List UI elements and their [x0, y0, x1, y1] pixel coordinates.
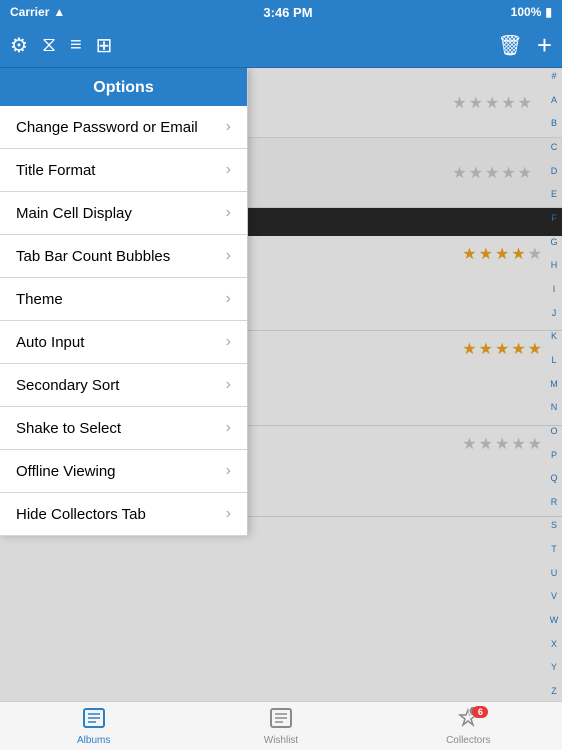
trash-icon[interactable]: 🗑: [497, 33, 522, 58]
options-item-label: Hide Collectors Tab: [16, 506, 146, 523]
chevron-right-icon: ›: [226, 333, 231, 351]
tab-collectors[interactable]: 6 6 Collectors: [375, 702, 562, 750]
chevron-right-icon: ›: [226, 376, 231, 394]
options-item-label: Secondary Sort: [16, 377, 119, 394]
carrier-text: Carrier: [10, 5, 49, 19]
gear-icon[interactable]: ⚙: [10, 33, 28, 58]
chevron-right-icon: ›: [226, 118, 231, 136]
options-title: Options: [93, 79, 153, 96]
options-item-label: Offline Viewing: [16, 463, 116, 480]
chevron-right-icon: ›: [226, 247, 231, 265]
options-item-main-cell-display[interactable]: Main Cell Display ›: [0, 192, 247, 235]
toolbar-left-icons: ⚙ ⧖ ≡ ⊞: [10, 33, 112, 58]
toolbar-right-icons: 🗑 +: [497, 30, 552, 61]
options-item-label: Shake to Select: [16, 420, 121, 437]
status-time: 3:46 PM: [263, 5, 312, 20]
status-bar: Carrier ▲ 3:46 PM 100% ▮: [0, 0, 562, 24]
tab-albums[interactable]: Albums: [0, 702, 187, 750]
options-item-title-format[interactable]: Title Format ›: [0, 149, 247, 192]
battery-icon: ▮: [545, 5, 552, 19]
options-item-theme[interactable]: Theme ›: [0, 278, 247, 321]
tab-bar: Albums Wishlist 6 6 Collectors: [0, 701, 562, 750]
options-item-label: Change Password or Email: [16, 119, 198, 136]
battery-text: 100%: [511, 5, 542, 19]
content-area: mmer EP ★ ★ ★ ★ ★ ★ ★ ★ ★ ★ Y: [0, 68, 562, 701]
options-menu: Options Change Password or Email › Title…: [0, 68, 248, 536]
albums-icon: [82, 707, 106, 733]
status-left: Carrier ▲: [10, 5, 65, 19]
filter-icon[interactable]: ⧖: [42, 34, 56, 57]
options-item-label: Tab Bar Count Bubbles: [16, 248, 170, 265]
options-item-offline-viewing[interactable]: Offline Viewing ›: [0, 450, 247, 493]
options-item-shake-to-select[interactable]: Shake to Select ›: [0, 407, 247, 450]
chevron-right-icon: ›: [226, 505, 231, 523]
options-item-label: Main Cell Display: [16, 205, 132, 222]
options-header: Options: [0, 68, 247, 106]
add-icon[interactable]: +: [537, 30, 552, 61]
chevron-right-icon: ›: [226, 204, 231, 222]
options-item-auto-input[interactable]: Auto Input ›: [0, 321, 247, 364]
grid-icon[interactable]: ⊞: [96, 33, 113, 58]
options-item-change-password[interactable]: Change Password or Email ›: [0, 106, 247, 149]
tab-albums-label: Albums: [77, 735, 110, 746]
chevron-right-icon: ›: [226, 290, 231, 308]
chevron-right-icon: ›: [226, 161, 231, 179]
options-item-tab-bar-count[interactable]: Tab Bar Count Bubbles ›: [0, 235, 247, 278]
collectors-badge: 6: [472, 706, 488, 718]
chevron-right-icon: ›: [226, 462, 231, 480]
wishlist-icon: [269, 707, 293, 733]
options-item-label: Theme: [16, 291, 63, 308]
tab-collectors-label: Collectors: [446, 735, 490, 746]
options-item-label: Auto Input: [16, 334, 84, 351]
tab-wishlist-label: Wishlist: [264, 735, 298, 746]
main-toolbar: ⚙ ⧖ ≡ ⊞ 🗑 +: [0, 24, 562, 68]
options-item-label: Title Format: [16, 162, 95, 179]
options-item-hide-collectors-tab[interactable]: Hide Collectors Tab ›: [0, 493, 247, 536]
chevron-right-icon: ›: [226, 419, 231, 437]
tab-wishlist[interactable]: Wishlist: [187, 702, 374, 750]
status-right: 100% ▮: [511, 5, 552, 19]
wifi-icon: ▲: [53, 5, 65, 19]
options-item-secondary-sort[interactable]: Secondary Sort ›: [0, 364, 247, 407]
sort-icon[interactable]: ≡: [70, 34, 82, 57]
